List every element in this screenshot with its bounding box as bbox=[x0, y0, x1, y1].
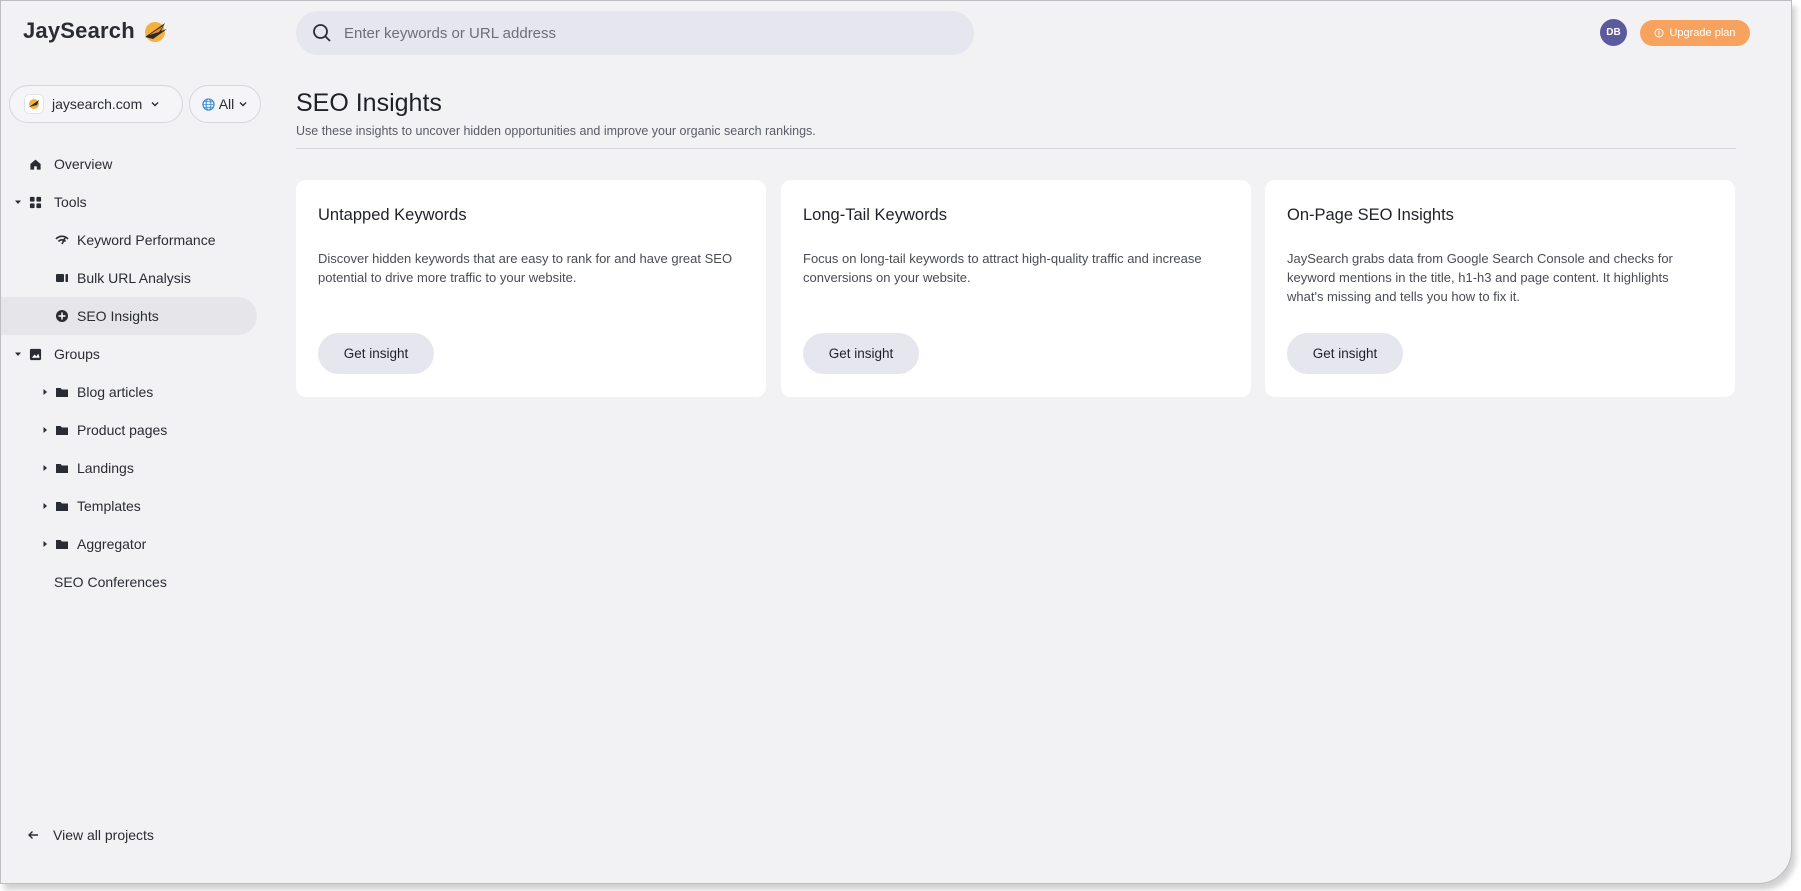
caret-down-icon[interactable] bbox=[14, 198, 22, 206]
app-name: JaySearch bbox=[23, 18, 135, 43]
upgrade-plan-label: Upgrade plan bbox=[1669, 27, 1736, 39]
sidebar-item-label: Landings bbox=[77, 460, 134, 476]
card-description: Discover hidden keywords that are easy t… bbox=[318, 251, 733, 285]
bird-logo-icon bbox=[144, 22, 167, 42]
image-icon bbox=[28, 347, 42, 361]
app-window: JaySearch jaysearch.com All Overview Too… bbox=[0, 0, 1792, 884]
chevron-down-icon bbox=[151, 102, 159, 107]
sidebar-item-seo-conferences[interactable]: SEO Conferences bbox=[1, 563, 261, 601]
sidebar-item-keyword-performance[interactable]: Keyword Performance bbox=[1, 221, 261, 259]
sidebar-nav: Overview Tools Keyword Performance Bulk … bbox=[1, 145, 261, 601]
caret-right-icon[interactable] bbox=[41, 540, 49, 548]
card-description: Focus on long-tail keywords to attract h… bbox=[803, 251, 1202, 285]
sidebar-item-aggregator[interactable]: Aggregator bbox=[1, 525, 261, 563]
get-insight-button[interactable]: Get insight bbox=[1287, 333, 1403, 374]
page-title: SEO Insights bbox=[296, 89, 442, 117]
sidebar-item-label: Keyword Performance bbox=[77, 232, 216, 248]
card-description: JaySearch grabs data from Google Search … bbox=[1287, 251, 1673, 304]
sidebar-item-bulk-url-analysis[interactable]: Bulk URL Analysis bbox=[1, 259, 261, 297]
caret-down-icon[interactable] bbox=[14, 350, 22, 358]
sidebar-item-label: Blog articles bbox=[77, 384, 154, 400]
view-all-projects-label: View all projects bbox=[53, 827, 154, 843]
sidebar-item-label: Tools bbox=[54, 194, 87, 210]
sidebar-item-label: SEO Conferences bbox=[54, 574, 167, 590]
search-icon bbox=[313, 24, 331, 42]
region-selector[interactable]: All bbox=[189, 85, 261, 123]
folder-icon bbox=[55, 461, 69, 475]
search-bar[interactable] bbox=[296, 11, 974, 55]
caret-right-icon[interactable] bbox=[41, 388, 49, 396]
get-insight-button[interactable]: Get insight bbox=[318, 333, 434, 374]
chevron-down-icon bbox=[239, 102, 247, 107]
folder-icon bbox=[55, 423, 69, 437]
card-title: On-Page SEO Insights bbox=[1287, 206, 1454, 224]
site-favicon-icon bbox=[24, 94, 44, 114]
sidebar-item-blog-articles[interactable]: Blog articles bbox=[1, 373, 261, 411]
caret-right-icon[interactable] bbox=[41, 464, 49, 472]
sidebar-item-label: Groups bbox=[54, 346, 100, 362]
search-input[interactable] bbox=[344, 24, 944, 42]
project-selector-value: jaysearch.com bbox=[52, 96, 143, 112]
sidebar-item-label: Templates bbox=[77, 498, 141, 514]
signal-icon bbox=[55, 233, 69, 247]
region-selector-value: All bbox=[218, 96, 235, 112]
sidebar-item-seo-insights[interactable]: SEO Insights bbox=[1, 297, 257, 335]
sidebar-item-label: Aggregator bbox=[77, 536, 147, 552]
upgrade-plan-button[interactable]: Upgrade plan bbox=[1640, 20, 1750, 46]
folder-icon bbox=[55, 537, 69, 551]
folder-icon bbox=[55, 385, 69, 399]
insight-icon bbox=[55, 309, 69, 323]
sidebar-item-product-pages[interactable]: Product pages bbox=[1, 411, 261, 449]
arrow-left-icon bbox=[28, 831, 38, 839]
page-subtitle: Use these insights to uncover hidden opp… bbox=[296, 124, 816, 138]
sidebar-item-label: Bulk URL Analysis bbox=[77, 270, 191, 286]
project-selector[interactable]: jaysearch.com bbox=[9, 85, 183, 123]
caret-right-icon[interactable] bbox=[41, 426, 49, 434]
insight-card-on-page-seo: On-Page SEO Insights JaySearch grabs dat… bbox=[1265, 180, 1735, 397]
card-title: Untapped Keywords bbox=[318, 206, 467, 224]
insight-card-long-tail-keywords: Long-Tail Keywords Focus on long-tail ke… bbox=[781, 180, 1251, 397]
avatar[interactable]: DB bbox=[1600, 19, 1627, 46]
grid-icon bbox=[28, 195, 42, 209]
sidebar-item-label: Overview bbox=[54, 156, 113, 172]
sidebar-item-groups[interactable]: Groups bbox=[1, 335, 261, 373]
app-logo[interactable]: JaySearch bbox=[23, 17, 169, 45]
sidebar-item-landings[interactable]: Landings bbox=[1, 449, 261, 487]
home-icon bbox=[28, 157, 42, 171]
insight-card-untapped-keywords: Untapped Keywords Discover hidden keywor… bbox=[296, 180, 766, 397]
header-divider bbox=[296, 148, 1736, 149]
coin-icon bbox=[1654, 28, 1664, 38]
sidebar-item-templates[interactable]: Templates bbox=[1, 487, 261, 525]
folder-icon bbox=[55, 499, 69, 513]
columns-icon bbox=[55, 271, 69, 285]
sidebar-item-overview[interactable]: Overview bbox=[1, 145, 261, 183]
sidebar-item-label: SEO Insights bbox=[77, 308, 159, 324]
sidebar-item-tools[interactable]: Tools bbox=[1, 183, 261, 221]
get-insight-button[interactable]: Get insight bbox=[803, 333, 919, 374]
sidebar-item-label: Product pages bbox=[77, 422, 168, 438]
card-title: Long-Tail Keywords bbox=[803, 206, 947, 224]
caret-right-icon[interactable] bbox=[41, 502, 49, 510]
view-all-projects-link[interactable]: View all projects bbox=[27, 827, 154, 843]
globe-icon bbox=[202, 97, 215, 111]
